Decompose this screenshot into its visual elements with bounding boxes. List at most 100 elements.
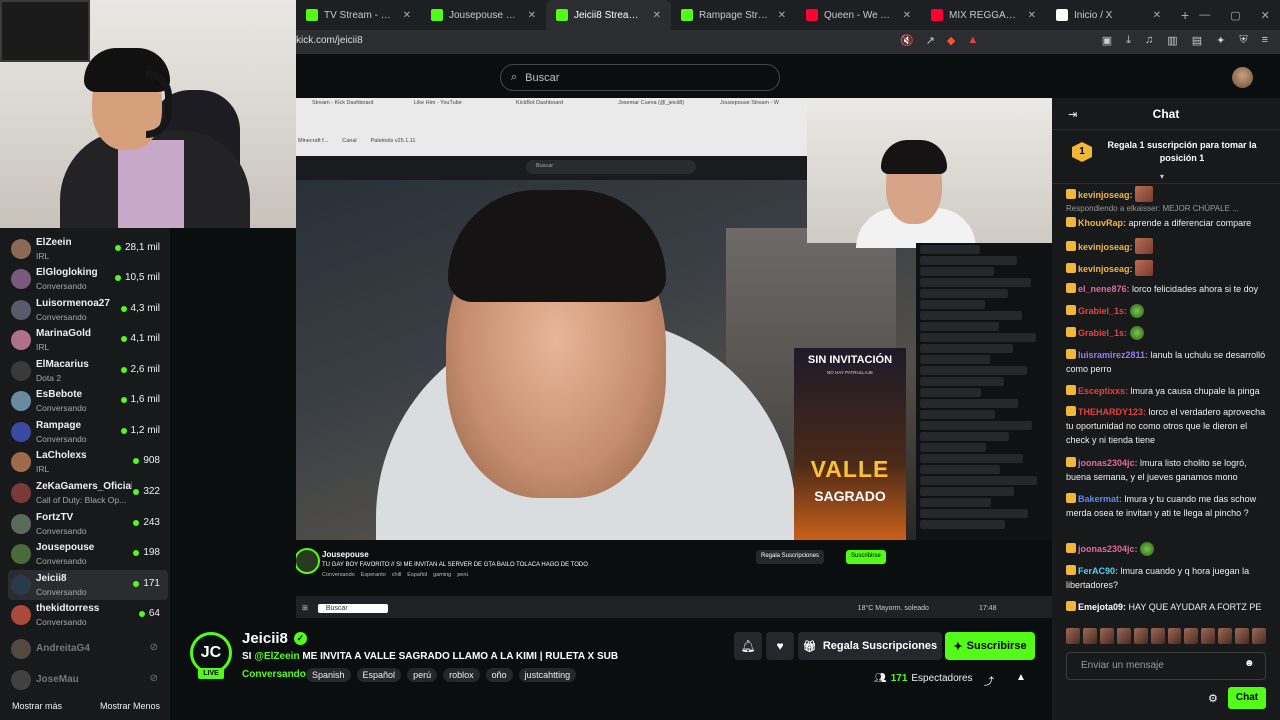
stream-tag[interactable]: oño: [485, 668, 513, 682]
emote-icon[interactable]: [1201, 628, 1216, 644]
user-avatar[interactable]: [1232, 67, 1253, 88]
stream-tag[interactable]: Español: [356, 668, 402, 682]
emote-icon[interactable]: [1252, 628, 1267, 644]
extensions-icon[interactable]: ✦: [1216, 34, 1225, 47]
sidebar-channel[interactable]: FortzTV Conversando 243: [8, 509, 168, 539]
expand-icon[interactable]: ▾: [1160, 172, 1164, 181]
sidebar-channel[interactable]: EsBebote Conversando 1,6 mil: [8, 386, 168, 416]
title-mention[interactable]: @ElZeein: [254, 651, 299, 662]
brave-shield-icon[interactable]: ◆: [947, 34, 955, 47]
sidebar-channel-offline[interactable]: JoseMau ⊘: [8, 665, 168, 695]
chat-username[interactable]: luisramirez2811:: [1078, 350, 1148, 360]
stream-category[interactable]: Conversando: [242, 669, 306, 680]
emote-icon[interactable]: [1235, 628, 1250, 644]
browser-tab[interactable]: Queen - We Are The Cha ✕: [796, 0, 921, 30]
show-more-link[interactable]: Mostrar más: [12, 701, 62, 711]
tab-close-icon[interactable]: ✕: [403, 10, 411, 21]
emote-icon[interactable]: [1167, 628, 1182, 644]
sidebar-channel[interactable]: thekidtorress Conversando 64: [8, 600, 168, 630]
music-icon[interactable]: ♫: [1145, 34, 1153, 47]
chat-username[interactable]: Esceptixxs:: [1078, 386, 1128, 396]
emoji-icon[interactable]: ☻: [1244, 658, 1255, 669]
emote-icon[interactable]: [1099, 628, 1114, 644]
sidebar-channel[interactable]: Luisormenoa27 Conversando 4,3 mil: [8, 295, 168, 325]
new-tab-button[interactable]: +: [1171, 7, 1199, 23]
chat-username[interactable]: kevinjoseag:: [1078, 242, 1133, 252]
minimize-icon[interactable]: —: [1199, 9, 1210, 22]
chat-username[interactable]: Grabiel_1s:: [1078, 328, 1127, 338]
rewards-icon[interactable]: ▲: [967, 34, 978, 47]
gift-subs-button[interactable]: 🎁︎ Regala Suscripciones: [798, 632, 942, 660]
sidebar-channel[interactable]: ZeKaGamers_Oficial Call of Duty: Black Op…: [8, 478, 168, 508]
emote-icon[interactable]: [1133, 628, 1148, 644]
browser-tab[interactable]: Inicio / X ✕: [1046, 0, 1171, 30]
chat-settings-icon[interactable]: ⚙: [1208, 692, 1218, 705]
tab-close-icon[interactable]: ✕: [528, 10, 536, 21]
emote-icon[interactable]: [1184, 628, 1199, 644]
chat-username[interactable]: Bakermat:: [1078, 494, 1122, 504]
tab-search-icon[interactable]: ▣: [1102, 34, 1112, 47]
sidebar-channel[interactable]: Jousepouse Conversando 198: [8, 539, 168, 569]
tab-close-icon[interactable]: ✕: [778, 10, 786, 21]
stream-tag[interactable]: roblox: [443, 668, 480, 682]
tab-label: TV Stream - Watch Li: [324, 9, 397, 21]
browser-tab[interactable]: Jeicii8 Stream - Wa ✕: [546, 0, 671, 30]
browser-tab[interactable]: TV Stream - Watch Li ✕: [296, 0, 421, 30]
report-button[interactable]: ▲: [1016, 672, 1026, 683]
stream-tag[interactable]: Spanish: [306, 668, 351, 682]
mute-icon[interactable]: 🔇: [900, 34, 914, 47]
sidebar-channel[interactable]: Rampage Conversando 1,2 mil: [8, 417, 168, 447]
menu-icon[interactable]: ≡: [1262, 34, 1268, 47]
sidebar-channel[interactable]: ElMacarius Dota 2 2,6 mil: [8, 356, 168, 386]
channel-name[interactable]: Jeicii8: [242, 630, 288, 647]
sidebar-channel[interactable]: Jeicii8 Conversando 171: [8, 570, 168, 600]
tab-close-icon[interactable]: ✕: [1153, 10, 1161, 21]
chat-username[interactable]: FerAC90:: [1078, 566, 1118, 576]
browser-tab[interactable]: Jousepouse Stream - Watc ✕: [421, 0, 546, 30]
chat-username[interactable]: el_nene876:: [1078, 284, 1130, 294]
maximize-icon[interactable]: ▢: [1230, 9, 1240, 22]
chat-username[interactable]: Grabiel_1s:: [1078, 306, 1127, 316]
wallet-icon[interactable]: ▤: [1192, 34, 1202, 47]
stream-tag[interactable]: justcahtting: [518, 668, 577, 682]
emote-icon[interactable]: [1218, 628, 1233, 644]
sidebar-channel[interactable]: ElZeein IRL 28,1 mil: [8, 234, 168, 264]
chat-send-button[interactable]: Chat: [1228, 687, 1266, 709]
sidebar-channel[interactable]: ElGlogloking Conversando 10,5 mil: [8, 264, 168, 294]
chat-username[interactable]: joonas2304jc:: [1078, 458, 1138, 468]
sidebar-channel[interactable]: LaCholexs IRL 908: [8, 447, 168, 477]
pinned-gift-banner[interactable]: 1 Regala 1 suscripción para tomar la pos…: [1052, 130, 1280, 184]
download-icon[interactable]: ⤓: [1126, 34, 1131, 47]
subscribe-button[interactable]: ✦ Suscribirse: [945, 632, 1035, 660]
chat-username[interactable]: KhouvRap:: [1078, 218, 1126, 228]
close-window-icon[interactable]: ✕: [1261, 9, 1270, 22]
emote-icon[interactable]: [1150, 628, 1165, 644]
emote-icon[interactable]: [1082, 628, 1097, 644]
notification-bell-button[interactable]: 🔔︎: [734, 632, 762, 660]
stream-tag[interactable]: perú: [407, 668, 438, 682]
chat-username[interactable]: THEHARDY123:: [1078, 407, 1146, 417]
url-text[interactable]: kick.com/jeicii8: [296, 35, 363, 46]
show-less-link[interactable]: Mostrar Menos: [100, 701, 160, 711]
emote-icon[interactable]: [1066, 628, 1080, 644]
sidebar-channel-offline[interactable]: AndreitaG4 ⊘: [8, 634, 168, 664]
browser-tab[interactable]: MIX REGGAETON ANTIGU ✕: [921, 0, 1046, 30]
search-input[interactable]: ⌕ Buscar: [500, 64, 780, 91]
chat-username[interactable]: joonas2304jc:: [1078, 544, 1138, 554]
browser-tab[interactable]: Rampage Stream - Watch ✕: [671, 0, 796, 30]
tab-close-icon[interactable]: ✕: [903, 10, 911, 21]
chat-username[interactable]: kevinjoseag:: [1078, 190, 1133, 200]
tab-close-icon[interactable]: ✕: [653, 10, 661, 21]
sidebar-icon[interactable]: ▥: [1167, 34, 1177, 47]
chat-username[interactable]: kevinjoseag:: [1078, 264, 1133, 274]
share-button[interactable]: ⤴: [984, 673, 994, 688]
vpn-icon[interactable]: ⛨: [1239, 34, 1247, 47]
sidebar-channel[interactable]: MarinaGold IRL 4,1 mil: [8, 325, 168, 355]
video-player[interactable]: Stream - Kick Dashboard Like Him - YouTub…: [296, 98, 1052, 618]
follow-button[interactable]: ♥: [766, 632, 794, 660]
tab-close-icon[interactable]: ✕: [1028, 10, 1036, 21]
emote-icon[interactable]: [1116, 628, 1131, 644]
chat-username[interactable]: Emejota09:: [1078, 602, 1126, 612]
chat-input[interactable]: Enviar un mensaje: [1066, 652, 1266, 680]
share-icon[interactable]: ↗: [926, 34, 935, 47]
